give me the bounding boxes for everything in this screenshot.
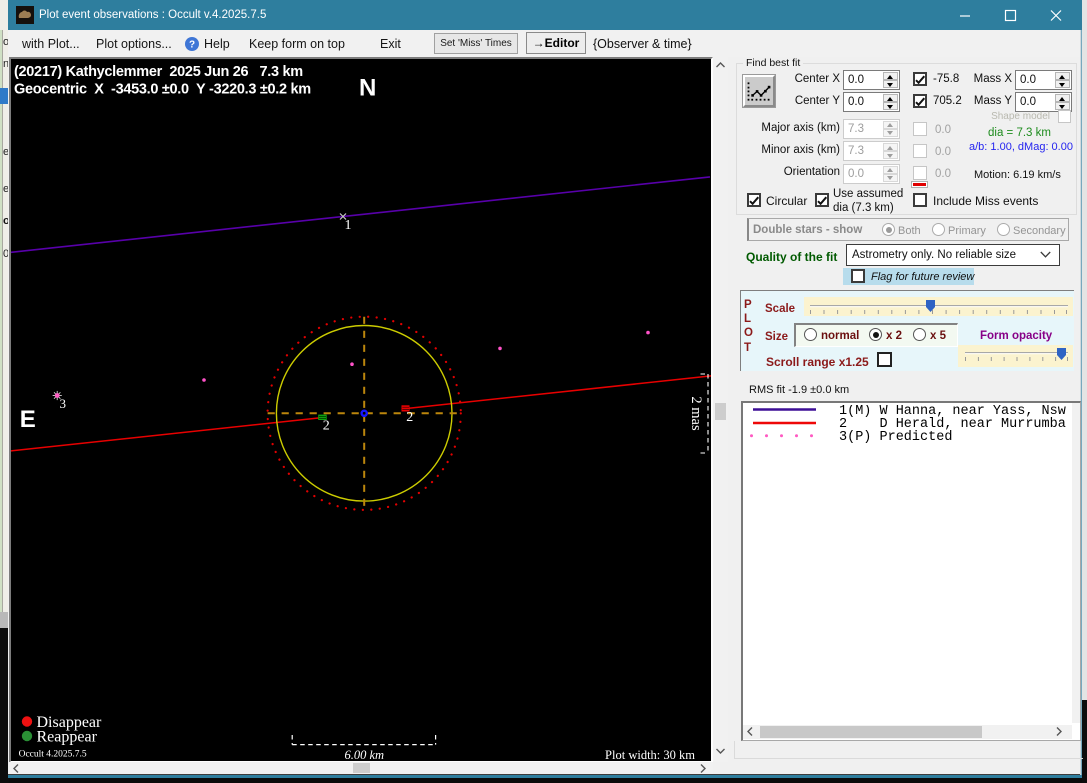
svg-text:E: E	[20, 406, 36, 433]
svg-text:Geocentric X -3453.0 ±0.0 Y: Geocentric X -3453.0 ±0.0 Y -3220.3 ±0.2…	[14, 82, 311, 98]
svg-text:6.00 km: 6.00 km	[345, 748, 385, 761]
svg-text:1: 1	[345, 218, 352, 233]
svg-text:2: 2	[406, 410, 413, 425]
svg-text:3: 3	[60, 396, 67, 411]
svg-text:2 mas: 2 mas	[688, 396, 704, 431]
svg-text:Occult 4.2025.7.5: Occult 4.2025.7.5	[19, 750, 87, 760]
svg-text:Plot width: 30 km: Plot width: 30 km	[605, 748, 695, 761]
svg-text:Reappear: Reappear	[37, 729, 98, 746]
svg-text:?: ?	[189, 40, 195, 51]
svg-text:2: 2	[323, 419, 330, 434]
svg-text:(20217) Kathyclemmer 2025 Jun: (20217) Kathyclemmer 2025 Jun 26 7.3 km	[14, 64, 303, 80]
svg-text:N: N	[359, 75, 376, 102]
